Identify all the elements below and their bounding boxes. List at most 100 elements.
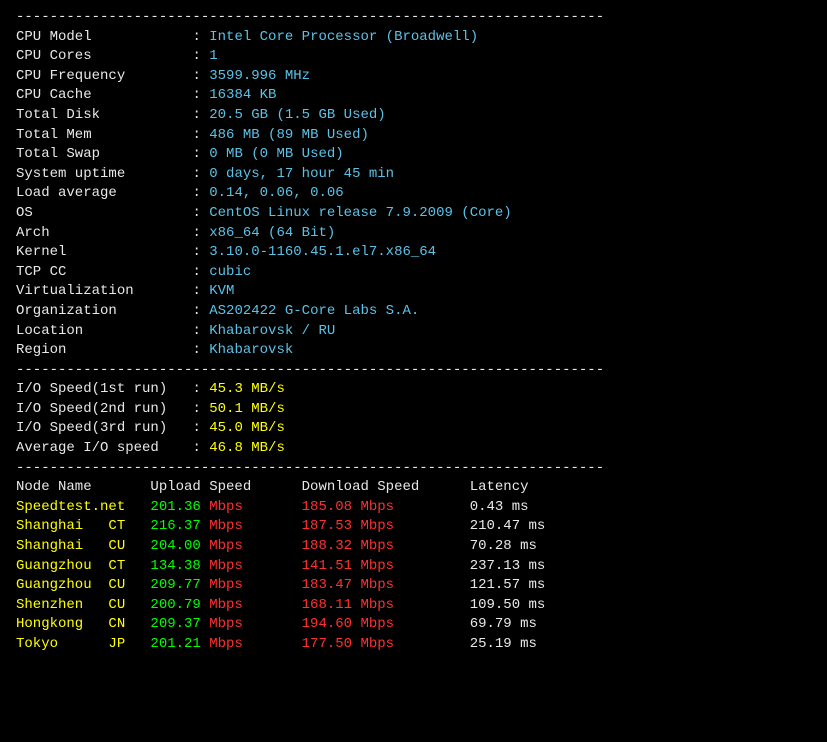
speedtest-row: Shanghai CU 204.00 Mbps 188.32 Mbps 70.2… bbox=[16, 537, 811, 557]
separator: : bbox=[192, 107, 209, 123]
download-unit: Mbps bbox=[360, 597, 469, 613]
separator: : bbox=[192, 323, 209, 339]
speedtest-row: Shenzhen CU 200.79 Mbps 168.11 Mbps 109.… bbox=[16, 596, 811, 616]
latency-value: 121.57 ms bbox=[470, 577, 546, 593]
upload-value: 200.79 bbox=[150, 597, 209, 613]
hdr-node: Node Name bbox=[16, 479, 150, 495]
sysinfo-value: 3599.996 MHz bbox=[209, 68, 310, 84]
separator: : bbox=[192, 401, 209, 417]
io-row: I/O Speed(3rd run) : 45.0 MB/s bbox=[16, 419, 811, 439]
download-value: 177.50 bbox=[302, 636, 361, 652]
upload-unit: Mbps bbox=[209, 558, 301, 574]
download-value: 183.47 bbox=[302, 577, 361, 593]
speedtest-row: Shanghai CT 216.37 Mbps 187.53 Mbps 210.… bbox=[16, 517, 811, 537]
divider-2: ----------------------------------------… bbox=[16, 361, 811, 381]
separator: : bbox=[192, 166, 209, 182]
io-row: I/O Speed(2nd run) : 50.1 MB/s bbox=[16, 400, 811, 420]
system-info-section: CPU Model : Intel Core Processor (Broadw… bbox=[16, 28, 811, 361]
sysinfo-value: 0 days, 17 hour 45 min bbox=[209, 166, 394, 182]
node-name: Shanghai CU bbox=[16, 538, 150, 554]
hdr-download: Download Speed bbox=[302, 479, 470, 495]
sysinfo-value: Khabarovsk / RU bbox=[209, 323, 335, 339]
io-label: I/O Speed(1st run) bbox=[16, 380, 192, 400]
sysinfo-label: Load average bbox=[16, 184, 192, 204]
separator: : bbox=[192, 342, 209, 358]
upload-unit: Mbps bbox=[209, 577, 301, 593]
sysinfo-row: Region : Khabarovsk bbox=[16, 341, 811, 361]
download-unit: Mbps bbox=[360, 518, 469, 534]
node-name: Shanghai CT bbox=[16, 518, 150, 534]
speedtest-row: Guangzhou CU 209.77 Mbps 183.47 Mbps 121… bbox=[16, 576, 811, 596]
node-name: Shenzhen CU bbox=[16, 597, 150, 613]
node-name: Hongkong CN bbox=[16, 616, 150, 632]
sysinfo-row: Total Mem : 486 MB (89 MB Used) bbox=[16, 126, 811, 146]
sysinfo-label: CPU Frequency bbox=[16, 67, 192, 87]
io-value: 45.3 MB/s bbox=[209, 381, 285, 397]
sysinfo-value: cubic bbox=[209, 264, 251, 280]
download-unit: Mbps bbox=[360, 577, 469, 593]
sysinfo-label: CPU Cache bbox=[16, 86, 192, 106]
download-unit: Mbps bbox=[360, 499, 469, 515]
io-label: Average I/O speed bbox=[16, 439, 192, 459]
sysinfo-row: Virtualization : KVM bbox=[16, 282, 811, 302]
upload-unit: Mbps bbox=[209, 499, 301, 515]
separator: : bbox=[192, 264, 209, 280]
download-unit: Mbps bbox=[360, 558, 469, 574]
latency-value: 237.13 ms bbox=[470, 558, 546, 574]
upload-unit: Mbps bbox=[209, 616, 301, 632]
speedtest-row: Speedtest.net 201.36 Mbps 185.08 Mbps 0.… bbox=[16, 498, 811, 518]
sysinfo-row: Location : Khabarovsk / RU bbox=[16, 322, 811, 342]
separator: : bbox=[192, 283, 209, 299]
sysinfo-row: System uptime : 0 days, 17 hour 45 min bbox=[16, 165, 811, 185]
sysinfo-value: AS202422 G-Core Labs S.A. bbox=[209, 303, 419, 319]
sysinfo-label: Virtualization bbox=[16, 282, 192, 302]
hdr-latency: Latency bbox=[470, 479, 529, 495]
node-name: Guangzhou CT bbox=[16, 558, 150, 574]
separator: : bbox=[192, 48, 209, 64]
speedtest-row: Tokyo JP 201.21 Mbps 177.50 Mbps 25.19 m… bbox=[16, 635, 811, 655]
upload-unit: Mbps bbox=[209, 597, 301, 613]
sysinfo-label: Kernel bbox=[16, 243, 192, 263]
sysinfo-row: Arch : x86_64 (64 Bit) bbox=[16, 224, 811, 244]
latency-value: 210.47 ms bbox=[470, 518, 546, 534]
download-value: 185.08 bbox=[302, 499, 361, 515]
separator: : bbox=[192, 440, 209, 456]
download-value: 194.60 bbox=[302, 616, 361, 632]
sysinfo-label: Total Disk bbox=[16, 106, 192, 126]
sysinfo-row: CPU Frequency : 3599.996 MHz bbox=[16, 67, 811, 87]
download-unit: Mbps bbox=[360, 636, 469, 652]
sysinfo-label: Region bbox=[16, 341, 192, 361]
upload-unit: Mbps bbox=[209, 636, 301, 652]
io-label: I/O Speed(2nd run) bbox=[16, 400, 192, 420]
download-unit: Mbps bbox=[360, 616, 469, 632]
sysinfo-row: CPU Model : Intel Core Processor (Broadw… bbox=[16, 28, 811, 48]
speedtest-header: Node Name Upload Speed Download Speed La… bbox=[16, 478, 811, 498]
upload-value: 201.21 bbox=[150, 636, 209, 652]
upload-unit: Mbps bbox=[209, 518, 301, 534]
latency-value: 70.28 ms bbox=[470, 538, 537, 554]
sysinfo-value: KVM bbox=[209, 283, 234, 299]
separator: : bbox=[192, 420, 209, 436]
separator: : bbox=[192, 225, 209, 241]
sysinfo-value: 3.10.0-1160.45.1.el7.x86_64 bbox=[209, 244, 436, 260]
separator: : bbox=[192, 185, 209, 201]
sysinfo-label: TCP CC bbox=[16, 263, 192, 283]
download-value: 141.51 bbox=[302, 558, 361, 574]
download-value: 188.32 bbox=[302, 538, 361, 554]
speedtest-row: Hongkong CN 209.37 Mbps 194.60 Mbps 69.7… bbox=[16, 615, 811, 635]
separator: : bbox=[192, 87, 209, 103]
sysinfo-value: CentOS Linux release 7.9.2009 (Core) bbox=[209, 205, 511, 221]
io-row: Average I/O speed : 46.8 MB/s bbox=[16, 439, 811, 459]
sysinfo-row: Total Swap : 0 MB (0 MB Used) bbox=[16, 145, 811, 165]
sysinfo-row: CPU Cache : 16384 KB bbox=[16, 86, 811, 106]
upload-value: 209.77 bbox=[150, 577, 209, 593]
latency-value: 0.43 ms bbox=[470, 499, 529, 515]
sysinfo-value: 0.14, 0.06, 0.06 bbox=[209, 185, 343, 201]
io-label: I/O Speed(3rd run) bbox=[16, 419, 192, 439]
separator: : bbox=[192, 127, 209, 143]
node-name: Speedtest.net bbox=[16, 499, 150, 515]
sysinfo-value: Intel Core Processor (Broadwell) bbox=[209, 29, 478, 45]
speedtest-rows: Speedtest.net 201.36 Mbps 185.08 Mbps 0.… bbox=[16, 498, 811, 655]
hdr-upload: Upload Speed bbox=[150, 479, 301, 495]
sysinfo-row: Kernel : 3.10.0-1160.45.1.el7.x86_64 bbox=[16, 243, 811, 263]
